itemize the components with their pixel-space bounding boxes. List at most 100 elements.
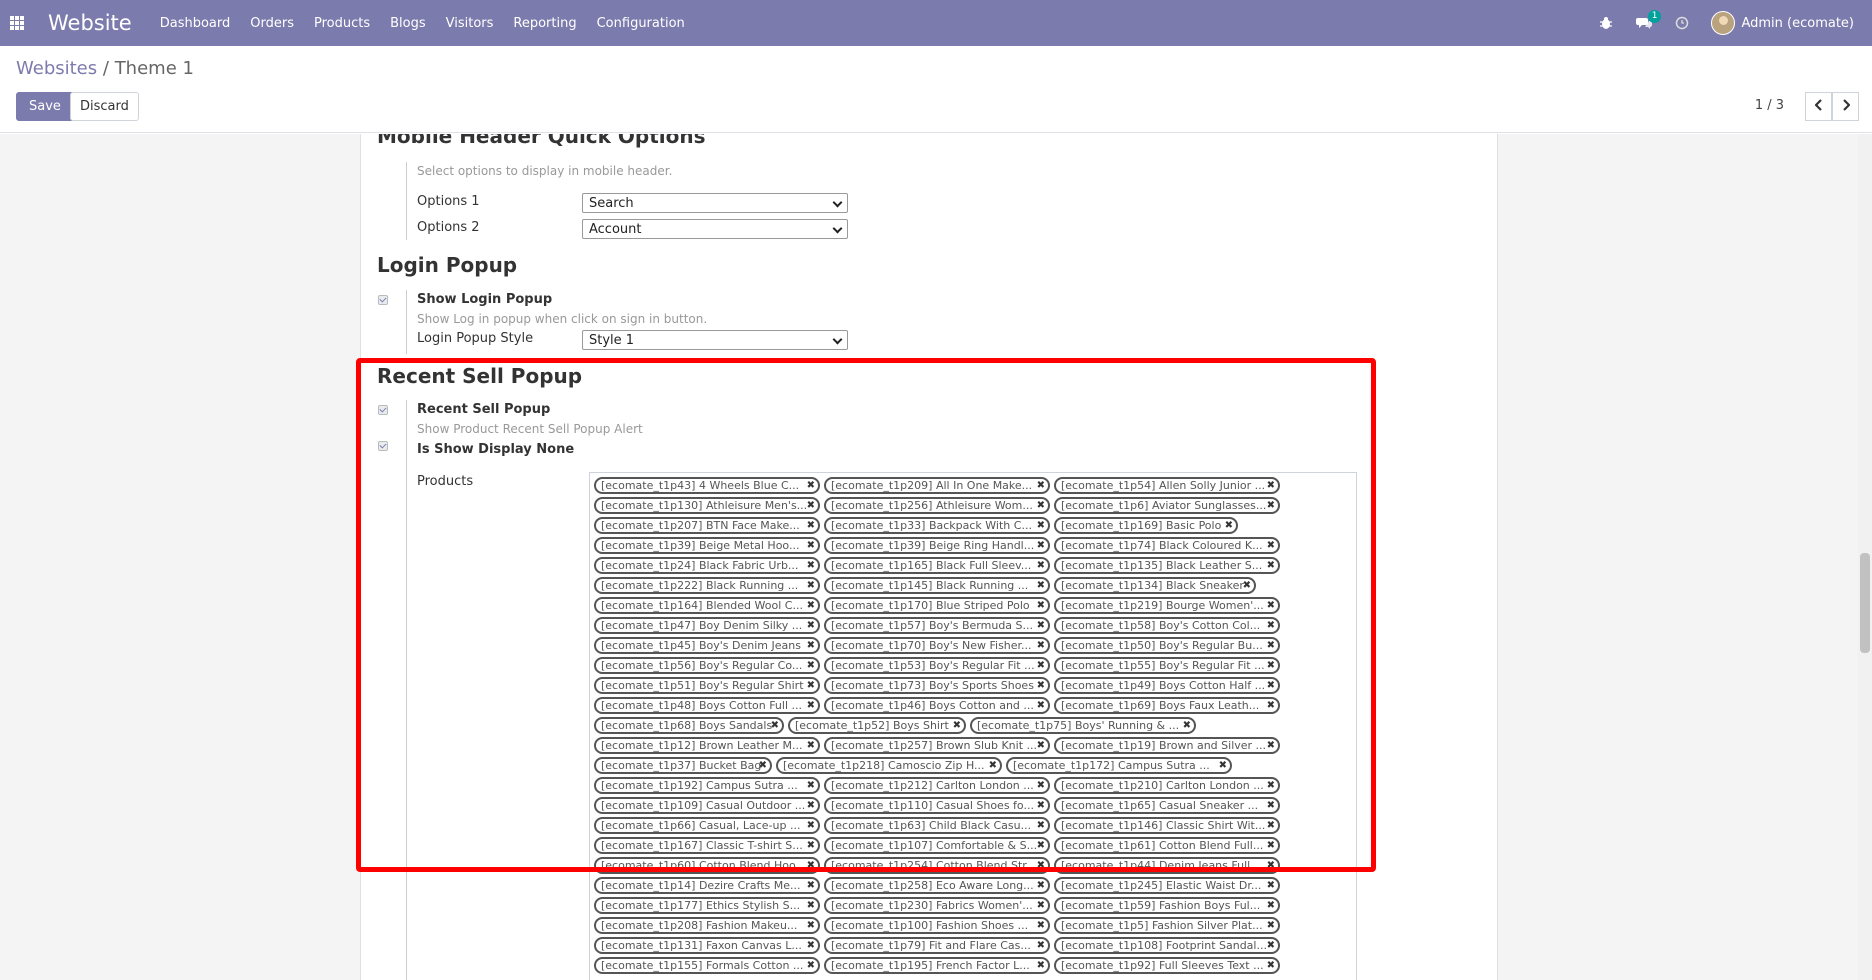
product-tag[interactable]: [ecomate_t1p43] 4 Wheels Blue C... ✖ bbox=[594, 477, 820, 494]
product-tag[interactable]: [ecomate_t1p12] Brown Leather M... ✖ bbox=[594, 737, 820, 754]
remove-tag-icon[interactable]: ✖ bbox=[1267, 939, 1275, 952]
remove-tag-icon[interactable]: ✖ bbox=[807, 519, 815, 532]
product-tag[interactable]: [ecomate_t1p69] Boys Faux Leath... ✖ bbox=[1054, 697, 1280, 714]
menu-orders[interactable]: Orders bbox=[250, 16, 294, 31]
remove-tag-icon[interactable]: ✖ bbox=[759, 759, 767, 772]
remove-tag-icon[interactable]: ✖ bbox=[1267, 879, 1275, 892]
remove-tag-icon[interactable]: ✖ bbox=[807, 899, 815, 912]
remove-tag-icon[interactable]: ✖ bbox=[807, 799, 815, 812]
product-tag[interactable]: [ecomate_t1p14] Dezire Crafts Me... ✖ bbox=[594, 877, 820, 894]
options2-select[interactable]: Account bbox=[582, 219, 848, 239]
remove-tag-icon[interactable]: ✖ bbox=[1267, 699, 1275, 712]
product-tag[interactable]: [ecomate_t1p6] Aviator Sunglasses... ✖ bbox=[1054, 497, 1280, 514]
remove-tag-icon[interactable]: ✖ bbox=[807, 919, 815, 932]
product-tag[interactable]: [ecomate_t1p65] Casual Sneaker ... ✖ bbox=[1054, 797, 1280, 814]
product-tag[interactable]: [ecomate_t1p50] Boy's Regular Bu... ✖ bbox=[1054, 637, 1280, 654]
menu-products[interactable]: Products bbox=[314, 16, 370, 31]
messages-icon[interactable]: 1 bbox=[1635, 10, 1662, 32]
remove-tag-icon[interactable]: ✖ bbox=[1183, 719, 1191, 732]
remove-tag-icon[interactable]: ✖ bbox=[1267, 619, 1275, 632]
product-tag[interactable]: [ecomate_t1p73] Boy's Sports Shoes ✖ bbox=[824, 677, 1050, 694]
product-tag[interactable]: [ecomate_t1p146] Classic Shirt Wit... ✖ bbox=[1054, 817, 1280, 834]
remove-tag-icon[interactable]: ✖ bbox=[1037, 919, 1045, 932]
remove-tag-icon[interactable]: ✖ bbox=[1267, 499, 1275, 512]
product-tag[interactable]: [ecomate_t1p222] Black Running ... ✖ bbox=[594, 577, 820, 594]
product-tag[interactable]: [ecomate_t1p70] Boy's New Fisher... ✖ bbox=[824, 637, 1050, 654]
remove-tag-icon[interactable]: ✖ bbox=[1037, 959, 1045, 972]
menu-reporting[interactable]: Reporting bbox=[513, 16, 576, 31]
product-tag[interactable]: [ecomate_t1p192] Campus Sutra ... ✖ bbox=[594, 777, 820, 794]
product-tag[interactable]: [ecomate_t1p68] Boys Sandals ✖ bbox=[594, 717, 784, 734]
remove-tag-icon[interactable]: ✖ bbox=[1037, 879, 1045, 892]
is-show-display-none-checkbox[interactable] bbox=[378, 441, 388, 451]
remove-tag-icon[interactable]: ✖ bbox=[1037, 779, 1045, 792]
page-scrollbar[interactable] bbox=[1858, 134, 1872, 980]
remove-tag-icon[interactable]: ✖ bbox=[1267, 559, 1275, 572]
product-tag[interactable]: [ecomate_t1p58] Boy's Cotton Col... ✖ bbox=[1054, 617, 1280, 634]
discard-button[interactable]: Discard bbox=[70, 92, 139, 121]
remove-tag-icon[interactable]: ✖ bbox=[989, 759, 997, 772]
remove-tag-icon[interactable]: ✖ bbox=[807, 499, 815, 512]
remove-tag-icon[interactable]: ✖ bbox=[1037, 859, 1045, 872]
product-tag[interactable]: [ecomate_t1p212] Carlton London ... ✖ bbox=[824, 777, 1050, 794]
product-tag[interactable]: [ecomate_t1p210] Carlton London ... ✖ bbox=[1054, 777, 1280, 794]
product-tag[interactable]: [ecomate_t1p54] Allen Solly Junior ... ✖ bbox=[1054, 477, 1280, 494]
product-tag[interactable]: [ecomate_t1p59] Fashion Boys Ful... ✖ bbox=[1054, 897, 1280, 914]
menu-blogs[interactable]: Blogs bbox=[390, 16, 426, 31]
remove-tag-icon[interactable]: ✖ bbox=[1037, 839, 1045, 852]
remove-tag-icon[interactable]: ✖ bbox=[1037, 819, 1045, 832]
product-tag[interactable]: [ecomate_t1p57] Boy's Bermuda S... ✖ bbox=[824, 617, 1050, 634]
remove-tag-icon[interactable]: ✖ bbox=[807, 879, 815, 892]
remove-tag-icon[interactable]: ✖ bbox=[807, 619, 815, 632]
remove-tag-icon[interactable]: ✖ bbox=[1225, 519, 1233, 532]
remove-tag-icon[interactable]: ✖ bbox=[771, 719, 779, 732]
product-tag[interactable]: [ecomate_t1p145] Black Running ... ✖ bbox=[824, 577, 1050, 594]
remove-tag-icon[interactable]: ✖ bbox=[1037, 619, 1045, 632]
product-tag[interactable]: [ecomate_t1p107] Comfortable & S... ✖ bbox=[824, 837, 1050, 854]
product-tag[interactable]: [ecomate_t1p79] Fit and Flare Cas... ✖ bbox=[824, 937, 1050, 954]
remove-tag-icon[interactable]: ✖ bbox=[1037, 739, 1045, 752]
product-tag[interactable]: [ecomate_t1p108] Footprint Sandal... ✖ bbox=[1054, 937, 1280, 954]
remove-tag-icon[interactable]: ✖ bbox=[807, 539, 815, 552]
bug-icon[interactable] bbox=[1597, 14, 1615, 32]
product-tag[interactable]: [ecomate_t1p170] Blue Striped Polo ✖ bbox=[824, 597, 1050, 614]
options1-select[interactable]: Search bbox=[582, 193, 848, 213]
remove-tag-icon[interactable]: ✖ bbox=[807, 819, 815, 832]
product-tag[interactable]: [ecomate_t1p134] Black Sneaker ✖ bbox=[1054, 577, 1256, 594]
product-tag[interactable]: [ecomate_t1p167] Classic T-shirt S... ✖ bbox=[594, 837, 820, 854]
remove-tag-icon[interactable]: ✖ bbox=[807, 679, 815, 692]
scrollbar-thumb[interactable] bbox=[1860, 553, 1870, 653]
product-tag[interactable]: [ecomate_t1p66] Casual, Lace-up ... ✖ bbox=[594, 817, 820, 834]
product-tag[interactable]: [ecomate_t1p56] Boy's Regular Co... ✖ bbox=[594, 657, 820, 674]
product-tag[interactable]: [ecomate_t1p218] Camoscio Zip H... ✖ bbox=[776, 757, 1002, 774]
product-tag[interactable]: [ecomate_t1p131] Faxon Canvas L... ✖ bbox=[594, 937, 820, 954]
remove-tag-icon[interactable]: ✖ bbox=[1267, 779, 1275, 792]
remove-tag-icon[interactable]: ✖ bbox=[1037, 899, 1045, 912]
menu-configuration[interactable]: Configuration bbox=[597, 16, 685, 31]
remove-tag-icon[interactable]: ✖ bbox=[1267, 679, 1275, 692]
remove-tag-icon[interactable]: ✖ bbox=[1267, 959, 1275, 972]
remove-tag-icon[interactable]: ✖ bbox=[1037, 559, 1045, 572]
product-tag[interactable]: [ecomate_t1p230] Fabrics Women'... ✖ bbox=[824, 897, 1050, 914]
product-tag[interactable]: [ecomate_t1p48] Boys Cotton Full ... ✖ bbox=[594, 697, 820, 714]
product-tag[interactable]: [ecomate_t1p49] Boys Cotton Half ... ✖ bbox=[1054, 677, 1280, 694]
product-tag[interactable]: [ecomate_t1p219] Bourge Women'... ✖ bbox=[1054, 597, 1280, 614]
product-tag[interactable]: [ecomate_t1p130] Athleisure Men's... ✖ bbox=[594, 497, 820, 514]
apps-menu-icon[interactable] bbox=[10, 16, 24, 30]
product-tag[interactable]: [ecomate_t1p92] Full Sleeves Text ... ✖ bbox=[1054, 957, 1280, 974]
product-tag[interactable]: [ecomate_t1p51] Boy's Regular Shirt ✖ bbox=[594, 677, 820, 694]
remove-tag-icon[interactable]: ✖ bbox=[1267, 899, 1275, 912]
product-tag[interactable]: [ecomate_t1p37] Bucket Bag ✖ bbox=[594, 757, 772, 774]
product-tag[interactable]: [ecomate_t1p258] Eco Aware Long... ✖ bbox=[824, 877, 1050, 894]
remove-tag-icon[interactable]: ✖ bbox=[1037, 639, 1045, 652]
product-tag[interactable]: [ecomate_t1p164] Blended Wool C... ✖ bbox=[594, 597, 820, 614]
product-tag[interactable]: [ecomate_t1p245] Elastic Waist Dr... ✖ bbox=[1054, 877, 1280, 894]
product-tag[interactable]: [ecomate_t1p52] Boys Shirt ✖ bbox=[788, 717, 966, 734]
product-tag[interactable]: [ecomate_t1p195] French Factor L... ✖ bbox=[824, 957, 1050, 974]
products-many2many-tags[interactable]: [ecomate_t1p43] 4 Wheels Blue C... ✖ [ecom… bbox=[589, 472, 1357, 980]
product-tag[interactable]: [ecomate_t1p47] Boy Denim Silky ... ✖ bbox=[594, 617, 820, 634]
product-tag[interactable]: [ecomate_t1p75] Boys' Running & ... ✖ bbox=[970, 717, 1196, 734]
remove-tag-icon[interactable]: ✖ bbox=[807, 659, 815, 672]
remove-tag-icon[interactable]: ✖ bbox=[1267, 739, 1275, 752]
remove-tag-icon[interactable]: ✖ bbox=[807, 959, 815, 972]
